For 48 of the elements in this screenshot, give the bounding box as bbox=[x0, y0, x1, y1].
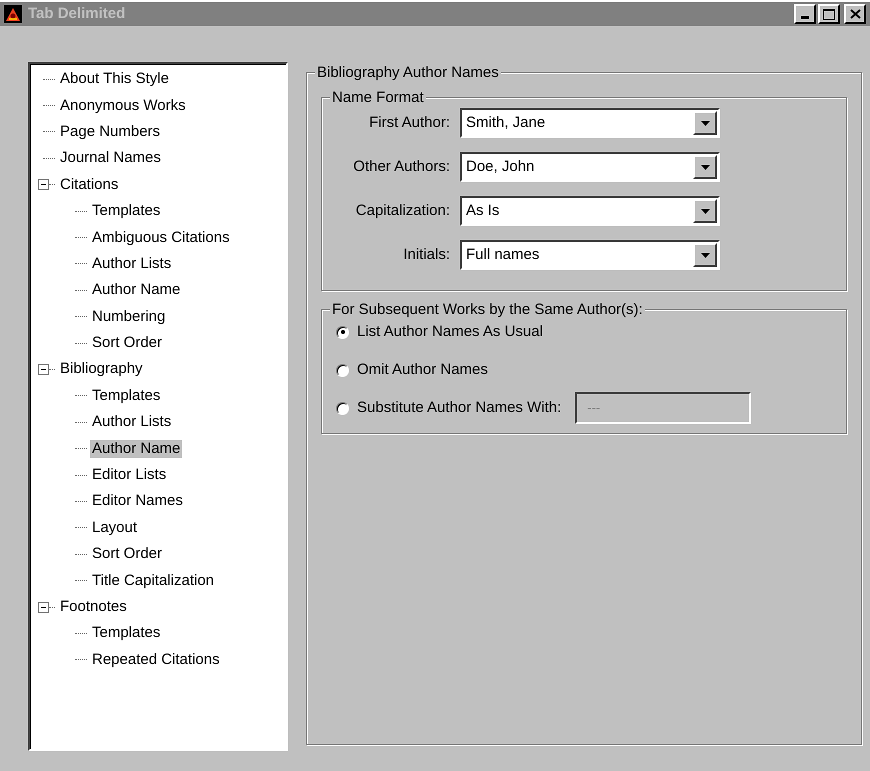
close-button[interactable] bbox=[844, 4, 866, 24]
radio-button[interactable] bbox=[336, 364, 349, 376]
collapse-icon[interactable] bbox=[38, 179, 49, 190]
collapse-icon[interactable] bbox=[38, 602, 49, 612]
tree-item[interactable]: Author Lists bbox=[90, 413, 174, 432]
tree-item[interactable]: Repeated Citations bbox=[90, 650, 222, 669]
tree-item[interactable]: Templates bbox=[90, 202, 162, 220]
tree-item[interactable]: About This Style bbox=[58, 70, 171, 88]
dropdown[interactable]: As Is bbox=[460, 196, 720, 226]
field-label: Initials: bbox=[402, 244, 451, 265]
field-label: Other Authors: bbox=[352, 156, 451, 177]
tree-item[interactable]: Templates bbox=[90, 386, 162, 405]
tree-item[interactable]: Layout bbox=[90, 518, 140, 537]
tree-item[interactable]: Editor Names bbox=[90, 492, 185, 510]
radio-label[interactable]: Omit Author Names bbox=[357, 358, 488, 382]
tree-item[interactable]: Anonymous Works bbox=[58, 96, 188, 115]
window-title: Tab Delimited bbox=[28, 4, 126, 24]
tree-item[interactable]: Sort Order bbox=[90, 545, 164, 564]
maximize-button[interactable] bbox=[818, 4, 840, 24]
tree-item[interactable]: Author Lists bbox=[90, 254, 174, 273]
minimize-icon bbox=[801, 16, 809, 19]
tree-item[interactable]: Footnotes bbox=[58, 598, 129, 616]
dropdown[interactable]: Full names bbox=[460, 240, 720, 270]
tree-item[interactable]: Journal Names bbox=[58, 149, 163, 168]
tree-item[interactable]: Page Numbers bbox=[58, 122, 162, 141]
dropdown[interactable]: Doe, John bbox=[460, 152, 720, 182]
tree-item[interactable]: Numbering bbox=[90, 308, 168, 326]
radio-button[interactable] bbox=[336, 326, 349, 338]
tree-item[interactable]: Citations bbox=[58, 176, 120, 194]
tree-item[interactable]: Templates bbox=[90, 624, 162, 642]
tree-item[interactable]: Sort Order bbox=[90, 334, 164, 352]
tree-item[interactable]: Author Name bbox=[90, 281, 182, 300]
tree-item[interactable]: Bibliography bbox=[58, 360, 145, 378]
collapse-icon[interactable] bbox=[38, 364, 49, 375]
radio-label[interactable]: List Author Names As Usual bbox=[357, 320, 543, 344]
app-logo-icon bbox=[4, 5, 22, 23]
tree-item[interactable]: Ambiguous Citations bbox=[90, 228, 232, 247]
dropdown[interactable]: Smith, Jane bbox=[460, 108, 720, 138]
tree-item[interactable]: Author Name bbox=[90, 440, 182, 458]
minimize-button[interactable] bbox=[794, 4, 816, 24]
field-label: First Author: bbox=[368, 112, 451, 133]
radio-button[interactable] bbox=[336, 402, 349, 414]
field-label: Capitalization: bbox=[354, 200, 451, 221]
tree-item[interactable]: Title Capitalization bbox=[90, 572, 216, 590]
radio-label[interactable]: Substitute Author Names With: bbox=[357, 396, 562, 420]
maximize-icon bbox=[823, 8, 835, 20]
close-icon bbox=[850, 9, 860, 19]
tree-item[interactable]: Editor Lists bbox=[90, 466, 168, 484]
